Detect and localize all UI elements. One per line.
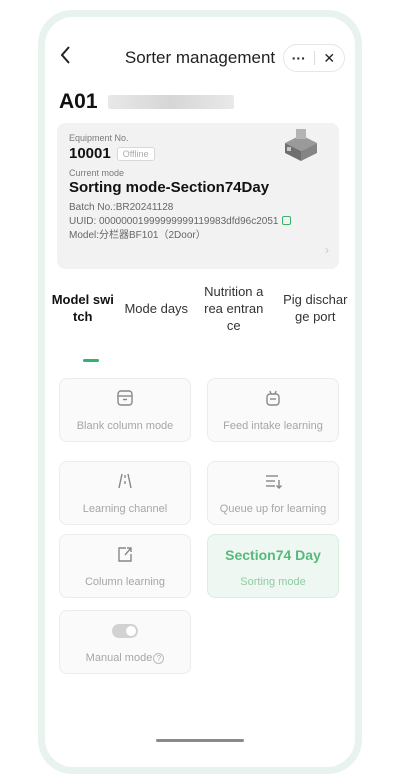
tile-label: Column learning bbox=[84, 576, 166, 588]
tab-model-switch[interactable]: Model swi tch bbox=[45, 278, 121, 338]
tile-label: Feed intake learning bbox=[223, 420, 323, 432]
section-day-title: Section74 Day bbox=[225, 547, 321, 563]
status-badge: Offline bbox=[116, 146, 155, 161]
batch-number: Batch No.:BR20241128 bbox=[69, 202, 174, 213]
current-mode-value: Sorting mode-Section74Day bbox=[69, 179, 270, 196]
screen: Sorter management ··· ✕ A01 Equipment No… bbox=[45, 17, 355, 767]
manual-mode-tile[interactable]: Manual mode? bbox=[59, 610, 191, 674]
device-title-row: A01 bbox=[59, 90, 234, 114]
phone-frame: Sorter management ··· ✕ A01 Equipment No… bbox=[38, 10, 362, 774]
mini-program-capsule: ··· ✕ bbox=[283, 44, 345, 72]
tab-bar: Model swi tch Mode days Nutrition a rea … bbox=[45, 278, 355, 358]
tile-label-row: Manual mode? bbox=[60, 652, 190, 664]
redacted-device-name bbox=[107, 95, 234, 109]
tab-nutrition-area-entrance[interactable]: Nutrition a rea entran ce bbox=[192, 278, 276, 338]
equipment-info-card[interactable]: Equipment No. 10001 Offline Current mode… bbox=[57, 123, 339, 269]
learning-channel-tile[interactable]: Learning channel bbox=[59, 461, 191, 525]
tab-pig-discharge-port[interactable]: Pig dischar ge port bbox=[276, 278, 356, 338]
device-code: A01 bbox=[59, 90, 98, 113]
uuid-row: UUID: 00000001999999999119983dfd96c2051 bbox=[69, 216, 327, 228]
feed-intake-learning-tile[interactable]: Feed intake learning bbox=[207, 378, 339, 442]
tile-label: Queue up for learning bbox=[219, 503, 327, 515]
sorter-device-icon bbox=[285, 129, 317, 161]
model-info: Model:分栏器BF101（2Door） bbox=[69, 230, 206, 241]
chevron-right-icon: › bbox=[325, 243, 329, 257]
queue-icon bbox=[266, 475, 282, 489]
navigation-bar: Sorter management ··· ✕ bbox=[45, 44, 355, 74]
active-tab-indicator bbox=[83, 359, 99, 362]
column-learning-tile[interactable]: Column learning bbox=[59, 534, 191, 598]
close-button[interactable]: ✕ bbox=[315, 50, 345, 67]
more-button[interactable]: ··· bbox=[284, 50, 314, 66]
home-indicator bbox=[156, 739, 244, 742]
tile-label: Sorting mode bbox=[240, 576, 306, 588]
feeder-icon bbox=[266, 390, 280, 406]
copy-icon[interactable] bbox=[282, 216, 292, 225]
tile-label: Blank column mode bbox=[76, 420, 174, 432]
blank-column-mode-tile[interactable]: Blank column mode bbox=[59, 378, 191, 442]
box-icon bbox=[117, 390, 133, 406]
manual-mode-label: Manual mode bbox=[85, 652, 153, 664]
queue-up-learning-tile[interactable]: Queue up for learning bbox=[207, 461, 339, 525]
equipment-number: 10001 bbox=[69, 145, 111, 162]
help-icon[interactable]: ? bbox=[153, 653, 165, 664]
uuid-value: UUID: 00000001999999999119983dfd96c2051 bbox=[69, 216, 279, 227]
current-mode-label: Current mode bbox=[69, 168, 125, 178]
tile-label: Learning channel bbox=[82, 503, 168, 515]
manual-mode-toggle[interactable] bbox=[112, 624, 138, 638]
channel-icon bbox=[118, 473, 132, 489]
export-icon bbox=[118, 547, 132, 562]
sorting-mode-tile[interactable]: Section74 Day Sorting mode bbox=[207, 534, 339, 598]
tab-mode-days[interactable]: Mode days bbox=[121, 278, 193, 338]
